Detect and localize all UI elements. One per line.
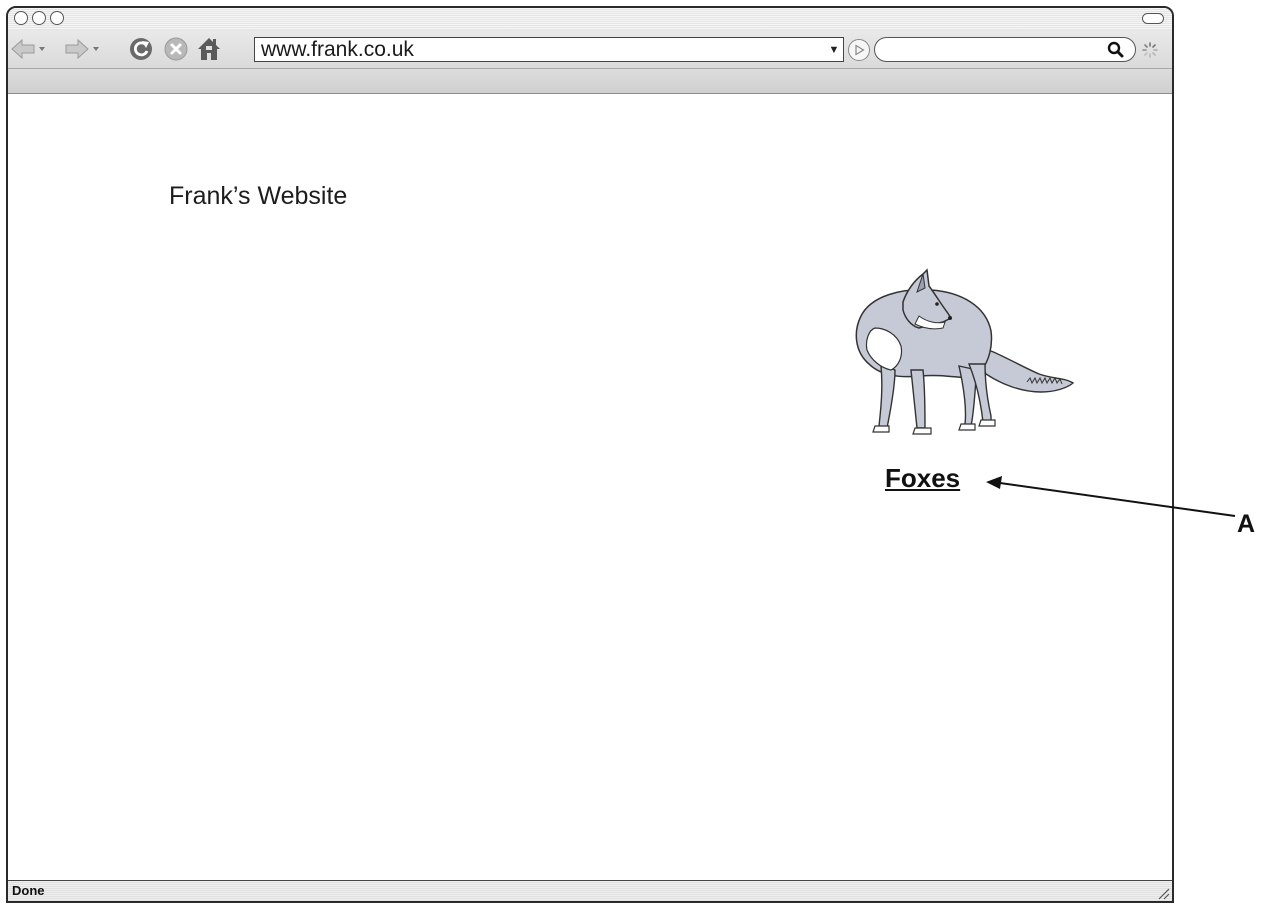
play-arrow-icon (855, 44, 865, 56)
forward-arrow-icon (65, 38, 99, 60)
toolbar-toggle-button[interactable] (1142, 13, 1164, 24)
minimize-window-button[interactable] (32, 11, 46, 25)
callout-label-a: A (1237, 510, 1256, 538)
stop-icon (164, 37, 188, 61)
search-input[interactable] (874, 37, 1136, 62)
search-icon[interactable] (1107, 41, 1127, 59)
status-bar: Done (8, 880, 1172, 901)
url-history-dropdown[interactable]: ▼ (825, 38, 843, 61)
reload-icon (130, 38, 152, 60)
loading-spinner-icon (1142, 42, 1158, 58)
back-button[interactable] (10, 36, 50, 62)
status-text: Done (12, 883, 45, 898)
page-content: Frank’s Website Foxes (8, 94, 1172, 881)
close-window-button[interactable] (14, 11, 28, 25)
home-button[interactable] (196, 36, 222, 62)
reload-button[interactable] (128, 36, 154, 62)
back-arrow-icon (11, 38, 45, 60)
fox-illustration (855, 268, 1075, 435)
zoom-window-button[interactable] (50, 11, 64, 25)
browser-window: www.frank.co.uk ▼ Frank’s Website Foxes … (6, 6, 1174, 903)
title-bar[interactable] (8, 8, 1172, 30)
home-icon (198, 38, 220, 60)
bookmarks-bar (8, 69, 1172, 94)
navigation-toolbar: www.frank.co.uk ▼ (8, 30, 1172, 69)
address-bar[interactable]: www.frank.co.uk ▼ (254, 37, 844, 62)
stop-button[interactable] (163, 36, 189, 62)
go-button[interactable] (848, 39, 870, 61)
url-text[interactable]: www.frank.co.uk (255, 38, 825, 62)
foxes-link[interactable]: Foxes (885, 463, 960, 494)
resize-grip-icon[interactable] (1156, 886, 1170, 900)
forward-button[interactable] (62, 36, 102, 62)
page-title: Frank’s Website (169, 182, 348, 210)
